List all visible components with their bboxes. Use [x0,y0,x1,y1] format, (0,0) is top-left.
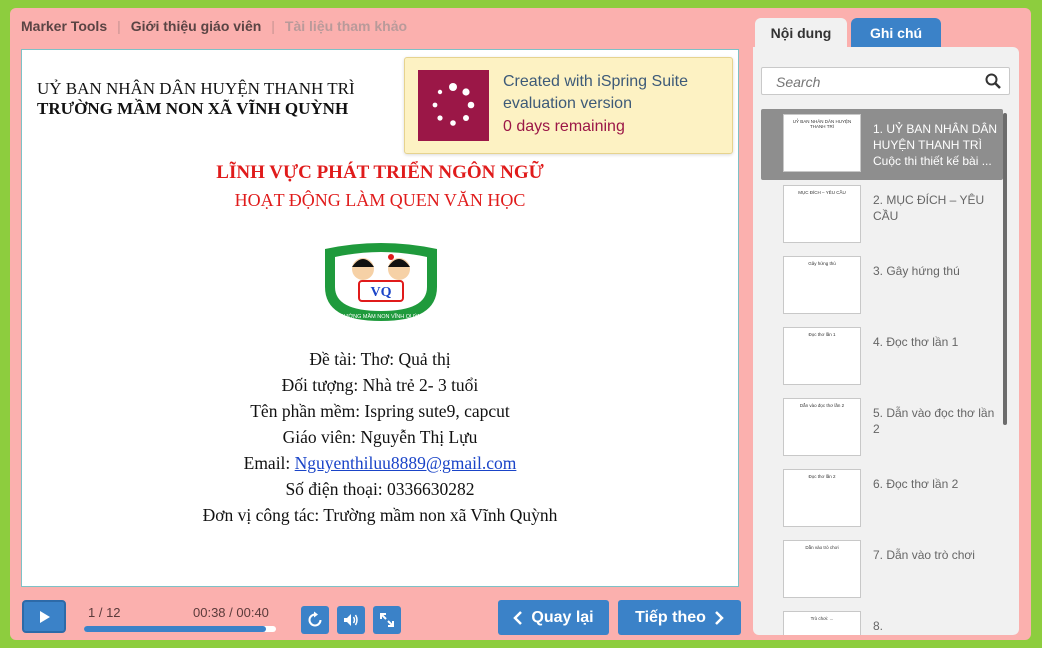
email-row: Email: Nguyenthiluu8889@gmail.com [22,450,738,476]
slide-org-line2: TRƯỜNG MẦM NON XÃ VĨNH QUỲNH [37,99,349,118]
slide-title: 1. UỶ BAN NHÂN DÂN HUYỆN THANH TRÌ [873,122,998,152]
trial-banner: Created with iSpring Suite evaluation ve… [404,57,733,154]
volume-button[interactable] [337,606,365,634]
fullscreen-button[interactable] [373,606,401,634]
tab-content[interactable]: Nội dung [755,18,847,48]
play-button[interactable] [22,600,66,633]
next-button[interactable]: Tiếp theo [618,600,741,635]
software-text: Tên phần mềm: Ispring sute9, capcut [250,401,510,421]
volume-icon [344,614,358,626]
workplace-text: Đơn vị công tác: Trường mầm non xã Vĩnh … [202,505,558,525]
search-box [761,67,1010,95]
search-input[interactable] [774,73,978,91]
trial-days-remaining: 0 days remaining [503,118,625,135]
slide-thumbnail: Trò chơi: ... [783,611,861,635]
slide-thumbnail: Dẫn vào đọc thơ lần 2 [783,398,861,456]
school-logo: VQ TRƯỜNG MẦM NON VĨNH QUỲNH [325,243,437,321]
slide-thumbnail: MỤC ĐÍCH – YÊU CẦU [783,185,861,243]
slide-list-label: 7. Dẫn vào trò chơi [873,547,1001,563]
slide-thumbnail: UỶ BAN NHÂN DÂN HUYỆN THANH TRÌ [783,114,861,172]
top-navigation: Marker Tools | Giới thiệu giáo viên | Tà… [21,18,407,34]
slide-list-item[interactable]: Đọc thơ lần 2 6. Đọc thơ lần 2 [761,464,1003,535]
slide-list-item[interactable]: Trò chơi: ... 8. [761,606,1003,635]
slide-org-line1: UỶ BAN NHÂN DÂN HUYỆN THANH TRÌ [37,79,355,98]
slide-subheading: HOẠT ĐỘNG LÀM QUEN VĂN HỌC [234,190,526,210]
phone-text: Số điện thoại: 0336630282 [285,479,475,499]
slide-list-item[interactable]: MỤC ĐÍCH – YÊU CẦU 2. MỤC ĐÍCH – YÊU CẦU [761,180,1003,251]
slide-title: 3. Gây hứng thú [873,264,960,278]
slide-title: 5. Dẫn vào đọc thơ lần 2 [873,406,995,436]
slide-title: 8. [873,619,884,633]
progress-fill [84,626,267,632]
slide-list-label: 5. Dẫn vào đọc thơ lần 2 [873,405,1001,437]
slide-list-label: 3. Gây hứng thú [873,263,1001,279]
thumbnail-caption: Đọc thơ lần 1 [808,332,836,337]
slide-list-item[interactable]: UỶ BAN NHÂN DÂN HUYỆN THANH TRÌ 1. UỶ BAN… [761,109,1003,180]
sidebar-panel: UỶ BAN NHÂN DÂN HUYỆN THANH TRÌ 1. UỶ BAN… [753,47,1019,635]
slide-title: 2. MỤC ĐÍCH – YÊU CẦU [873,193,985,223]
slide-list-label: 4. Đọc thơ lần 1 [873,334,1001,350]
nav-separator: | [117,18,121,34]
topic-text: Đề tài: Thơ: Quả thị [309,349,451,369]
thumbnail-caption: Đọc thơ lần 2 [808,474,836,479]
teacher-text: Giáo viên: Nguyễn Thị Lựu [282,427,478,447]
slide-thumbnail: Dẫn vào trò chơi [783,540,861,598]
slide-list-item[interactable]: Gây hứng thú 3. Gây hứng thú [761,251,1003,322]
slide-thumbnail: Gây hứng thú [783,256,861,314]
replay-button[interactable] [301,606,329,634]
logo-monogram: VQ [371,285,392,300]
slide-list: UỶ BAN NHÂN DÂN HUYỆN THANH TRÌ 1. UỶ BAN… [761,109,1003,635]
teacher-intro-link[interactable]: Giới thiệu giáo viên [131,18,262,34]
thumbnail-caption: MỤC ĐÍCH – YÊU CẦU [798,190,846,195]
ispring-logo-icon [418,70,489,141]
slide-info-block: Đề tài: Thơ: Quả thị Đối tượng: Nhà trẻ … [22,346,738,528]
slide-title: 7. Dẫn vào trò chơi [873,548,975,562]
thumbnail-caption: Trò chơi: ... [810,616,834,621]
nav-separator: | [271,18,275,34]
slide-counter: 1 / 12 [88,605,121,620]
slide-title: 6. Đọc thơ lần 2 [873,477,959,491]
slide-list-label: 6. Đọc thơ lần 2 [873,476,1001,492]
marker-tools-link[interactable]: Marker Tools [21,18,107,34]
references-link[interactable]: Tài liệu tham khảo [285,18,407,34]
slide-heading: LĨNH VỰC PHÁT TRIỂN NGÔN NGỮ [216,162,544,183]
slide-thumbnail: Đọc thơ lần 1 [783,327,861,385]
sidebar-scrollbar[interactable] [1003,113,1007,425]
search-icon [985,73,1001,89]
slide-thumbnail: Đọc thơ lần 2 [783,469,861,527]
prev-label: Quay lại [531,608,594,626]
slide-list-item[interactable]: Dẫn vào trò chơi 7. Dẫn vào trò chơi [761,535,1003,606]
audience-text: Đối tượng: Nhà trẻ 2- 3 tuổi [281,375,479,395]
chevron-left-icon [513,610,523,625]
tab-notes[interactable]: Ghi chú [851,18,941,48]
email-label: Email: [243,453,295,473]
email-link[interactable]: Nguyenthiluu8889@gmail.com [295,453,517,473]
prev-button[interactable]: Quay lại [498,600,609,635]
slide-list-label: 2. MỤC ĐÍCH – YÊU CẦU [873,192,1001,224]
next-label: Tiếp theo [635,608,706,626]
chevron-right-icon [715,610,724,625]
thumbnail-caption: Dẫn vào đọc thơ lần 2 [799,403,845,408]
slide-list-item[interactable]: Dẫn vào đọc thơ lần 2 5. Dẫn vào đọc thơ … [761,393,1003,464]
thumbnail-caption: UỶ BAN NHÂN DÂN HUYỆN THANH TRÌ [792,119,852,129]
svg-text:TRƯỜNG MẦM NON VĨNH QUỲNH: TRƯỜNG MẦM NON VĨNH QUỲNH [336,313,425,320]
slide-title: 4. Đọc thơ lần 1 [873,335,959,349]
thumbnail-caption: Dẫn vào trò chơi [805,545,839,550]
slide-list-label: 1. UỶ BAN NHÂN DÂN HUYỆN THANH TRÌ Cuộc t… [873,121,1001,169]
replay-icon [308,611,322,627]
playback-time: 00:38 / 00:40 [193,605,269,620]
slide-list-label: 8. [873,618,1001,634]
progress-bar[interactable] [84,626,276,632]
slide-list-item[interactable]: Đọc thơ lần 1 4. Đọc thơ lần 1 [761,322,1003,393]
slide-subtitle: Cuộc thi thiết kế bài ... [873,154,992,168]
thumbnail-caption: Gây hứng thú [808,261,836,266]
trial-text: Created with iSpring Suite evaluation ve… [503,73,688,112]
fullscreen-icon [380,613,394,627]
play-icon [40,610,50,623]
